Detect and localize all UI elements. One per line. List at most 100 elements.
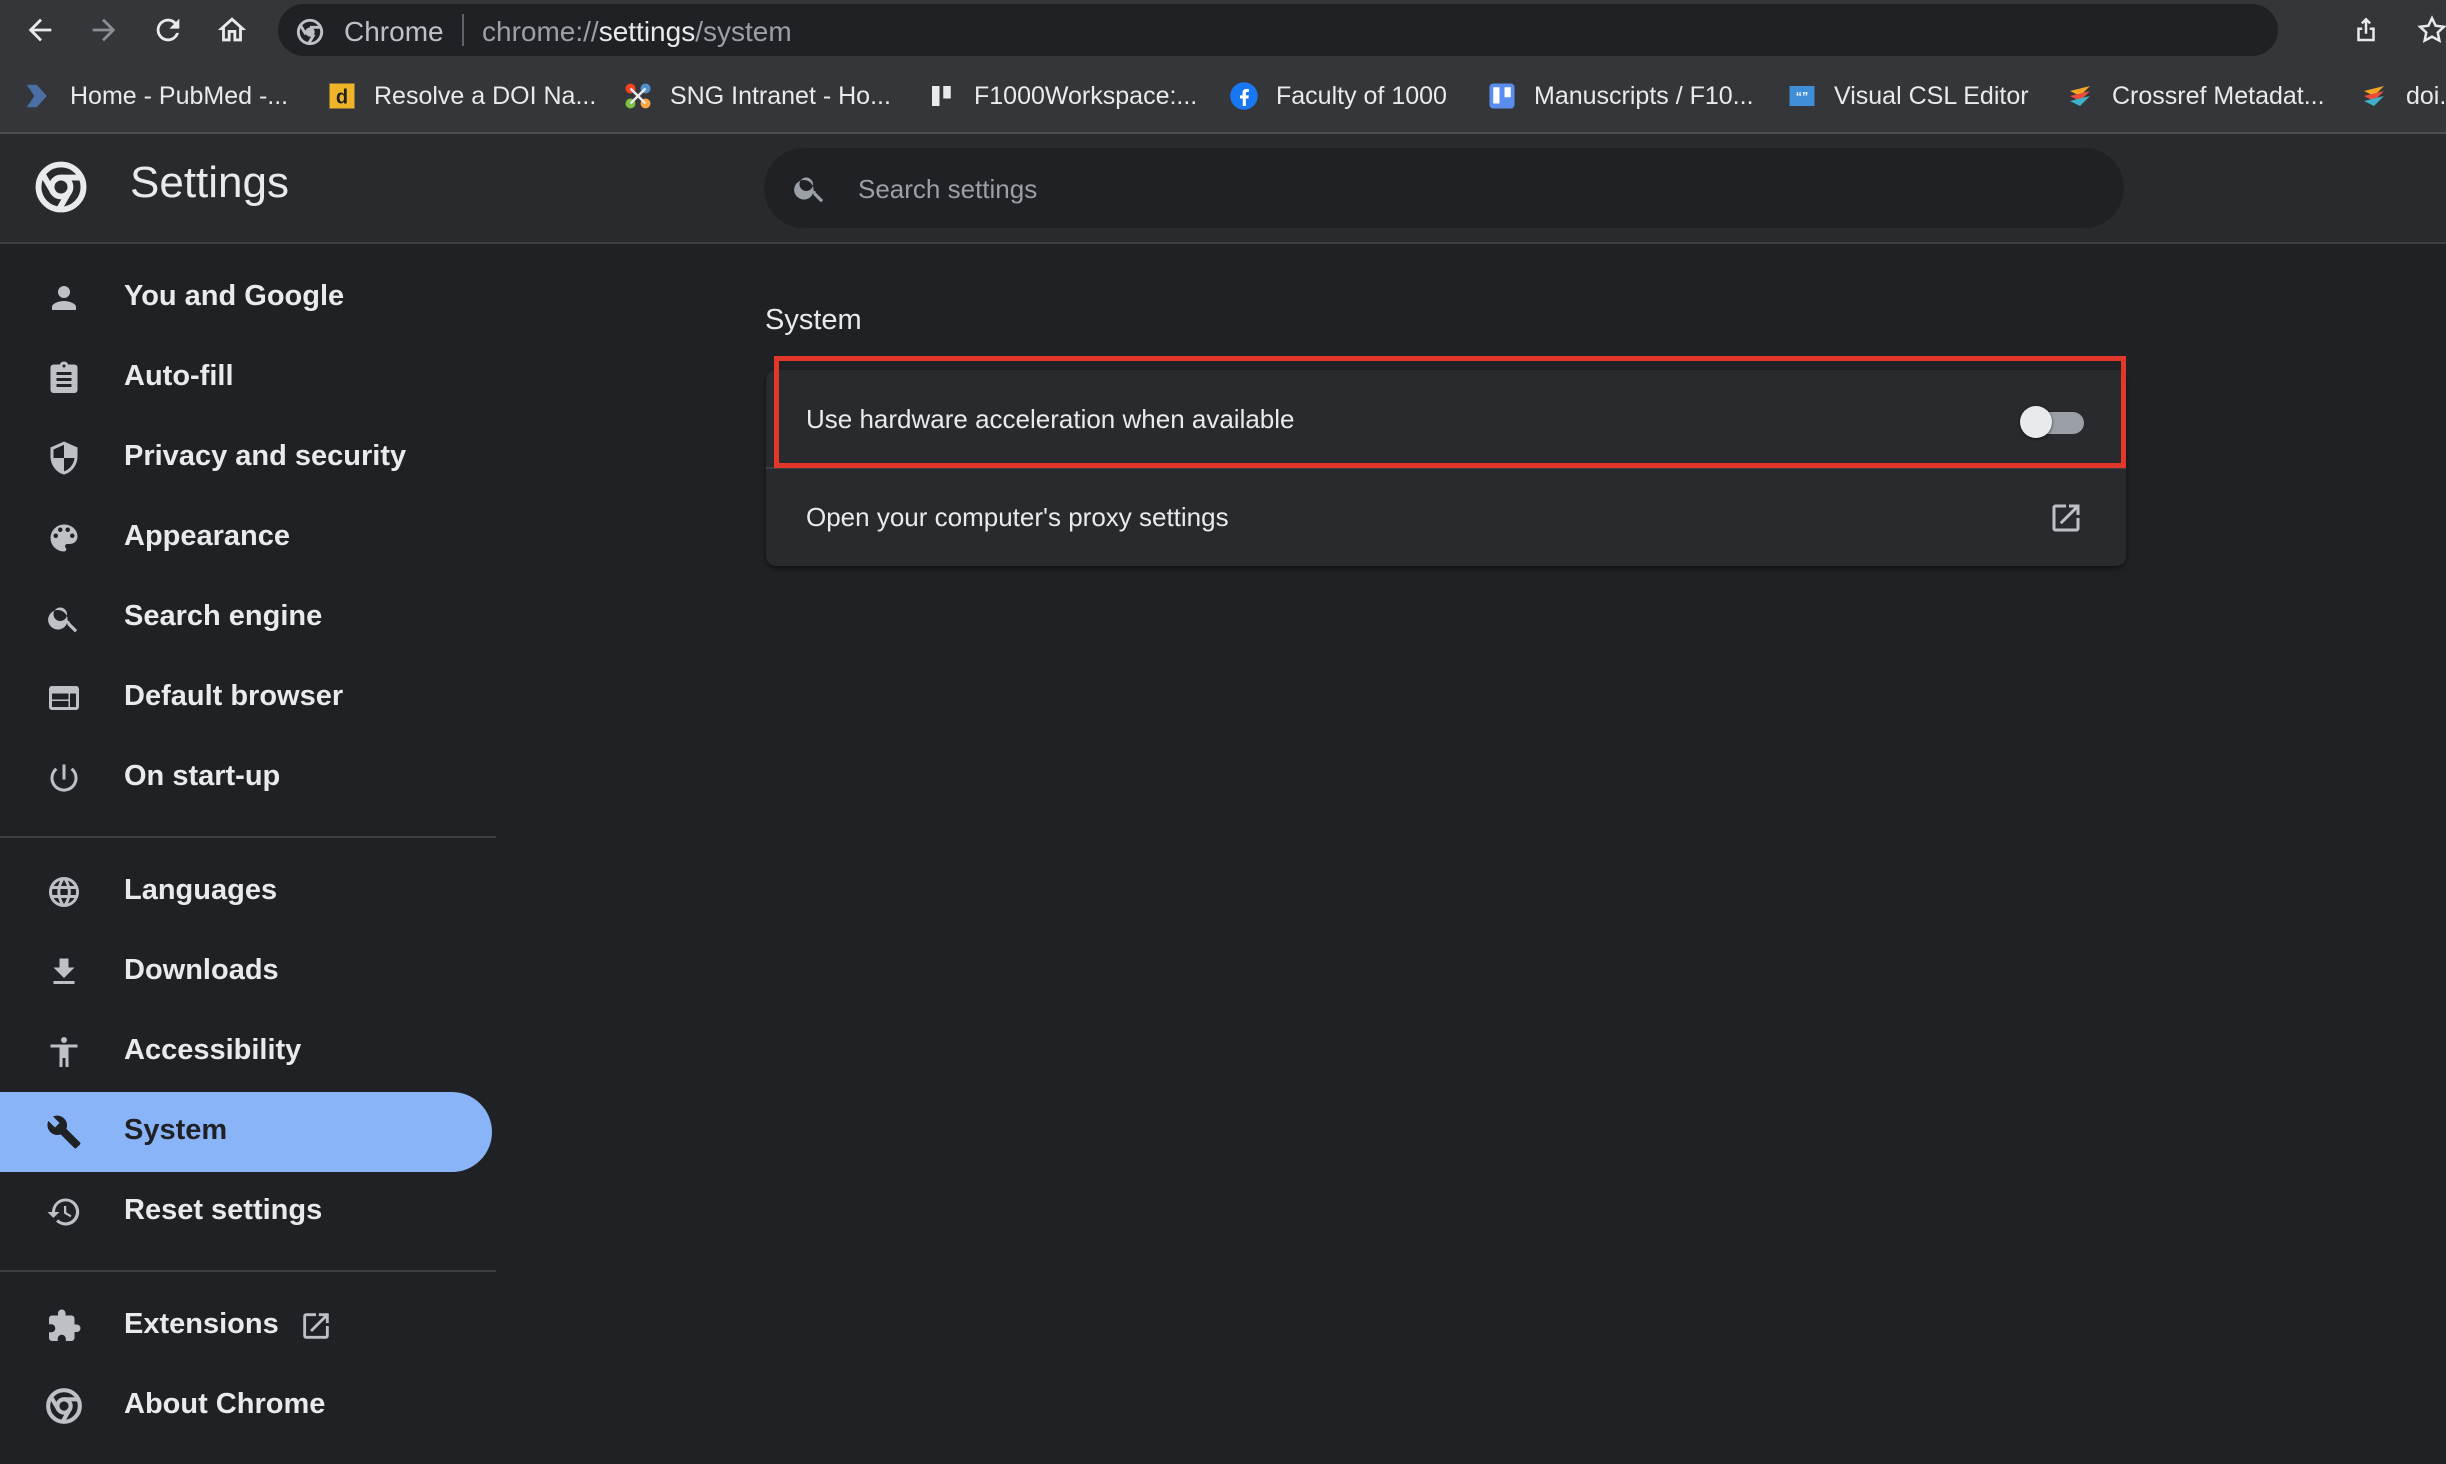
omnibox-url[interactable]: chrome://settings/system bbox=[482, 16, 792, 48]
bookmark-label: Crossref Metadat... bbox=[2112, 81, 2325, 110]
browser-window-icon bbox=[44, 678, 84, 718]
system-settings-card: Use hardware acceleration when available… bbox=[766, 370, 2126, 566]
sidebar-item-appearance[interactable]: Appearance bbox=[0, 498, 492, 578]
workspace-icon bbox=[926, 80, 958, 112]
page-title: Settings bbox=[130, 158, 289, 207]
url-scheme: chrome:// bbox=[482, 16, 599, 47]
sidebar-item-reset-settings[interactable]: Reset settings bbox=[0, 1172, 492, 1252]
search-icon bbox=[44, 598, 84, 638]
proxy-settings-row[interactable]: Open your computer's proxy settings bbox=[766, 468, 2126, 566]
url-path: /system bbox=[695, 16, 792, 47]
browser-toolbar: Chrome chrome://settings/system bbox=[0, 0, 2446, 60]
svg-text:“”: “” bbox=[1796, 90, 1809, 104]
back-button[interactable] bbox=[18, 8, 62, 52]
globe-icon bbox=[44, 872, 84, 912]
palette-icon bbox=[44, 518, 84, 558]
sidebar-item-downloads[interactable]: Downloads bbox=[0, 932, 492, 1012]
sidebar-item-privacy-and-security[interactable]: Privacy and security bbox=[0, 418, 492, 498]
forward-button[interactable] bbox=[82, 8, 126, 52]
omnibox-chip: Chrome bbox=[344, 16, 444, 47]
external-link-icon bbox=[296, 1306, 336, 1346]
bookmark-item[interactable]: d Resolve a DOI Na... bbox=[326, 78, 596, 114]
sidebar-item-about-chrome[interactable]: About Chrome bbox=[0, 1366, 492, 1446]
sidebar-item-label: Privacy and security bbox=[124, 440, 407, 472]
trello-icon bbox=[1486, 80, 1518, 112]
bookmark-item[interactable]: Crossref Metadat... bbox=[2064, 78, 2325, 114]
sidebar-item-label: Languages bbox=[124, 874, 278, 906]
crossref-icon bbox=[2358, 80, 2390, 112]
sidebar-item-auto-fill[interactable]: Auto-fill bbox=[0, 338, 492, 418]
svg-text:d: d bbox=[336, 87, 348, 109]
sidebar-item-extensions[interactable]: Extensions bbox=[0, 1286, 492, 1366]
bookmark-label: Visual CSL Editor bbox=[1834, 81, 2029, 110]
search-input[interactable] bbox=[856, 164, 2060, 214]
sidebar-item-label: About Chrome bbox=[124, 1388, 326, 1420]
bookmark-item[interactable]: Faculty of 1000 bbox=[1228, 78, 1447, 114]
sidebar-item-label: Downloads bbox=[124, 954, 279, 986]
bookmark-item[interactable]: “” Visual CSL Editor bbox=[1786, 78, 2029, 114]
sidebar-item-label: Auto-fill bbox=[124, 360, 234, 392]
sidebar-item-search-engine[interactable]: Search engine bbox=[0, 578, 492, 658]
sidebar-item-languages[interactable]: Languages bbox=[0, 852, 492, 932]
bookmark-item[interactable]: SNG Intranet - Ho... bbox=[622, 78, 891, 114]
bookmark-label: Faculty of 1000 bbox=[1276, 81, 1447, 110]
settings-sidebar: You and Google Auto-fill Privacy and sec… bbox=[0, 244, 500, 1464]
sidebar-item-label: Search engine bbox=[124, 600, 323, 632]
chrome-logo-icon bbox=[44, 1386, 84, 1426]
bookmark-label: SNG Intranet - Ho... bbox=[670, 81, 891, 110]
toggle-thumb bbox=[2020, 406, 2052, 438]
shield-icon bbox=[44, 438, 84, 478]
bookmark-item[interactable]: F1000Workspace:... bbox=[926, 78, 1197, 114]
person-icon bbox=[44, 278, 84, 318]
sidebar-item-you-and-google[interactable]: You and Google bbox=[0, 258, 492, 338]
settings-header: Settings bbox=[0, 134, 2446, 244]
accessibility-icon bbox=[44, 1032, 84, 1072]
sidebar-item-system[interactable]: System bbox=[0, 1092, 492, 1172]
bookmark-label: F1000Workspace:... bbox=[974, 81, 1198, 110]
home-button[interactable] bbox=[210, 8, 254, 52]
bookmark-item[interactable]: Home - PubMed -... bbox=[22, 78, 288, 114]
bookmark-label: Manuscripts / F10... bbox=[1534, 81, 1754, 110]
share-button[interactable] bbox=[2346, 10, 2386, 50]
hardware-acceleration-row[interactable]: Use hardware acceleration when available bbox=[766, 370, 2126, 468]
chrome-site-icon bbox=[296, 18, 324, 46]
clipboard-icon bbox=[44, 358, 84, 398]
bookmark-label: Resolve a DOI Na... bbox=[374, 81, 597, 110]
doi-icon: d bbox=[326, 80, 358, 112]
sidebar-item-label: Default browser bbox=[124, 680, 344, 712]
section-title: System bbox=[765, 304, 862, 336]
bookmarks-bar: Home - PubMed -... d Resolve a DOI Na...… bbox=[0, 60, 2446, 134]
history-icon bbox=[44, 1192, 84, 1232]
download-icon bbox=[44, 952, 84, 992]
bookmark-item[interactable]: doi. bbox=[2358, 78, 2446, 114]
search-box[interactable] bbox=[764, 148, 2124, 228]
sidebar-item-label: Appearance bbox=[124, 520, 291, 552]
reload-icon bbox=[156, 18, 180, 42]
bookmark-item[interactable]: Manuscripts / F10... bbox=[1486, 78, 1754, 114]
sidebar-item-label: Extensions bbox=[124, 1308, 279, 1340]
home-icon bbox=[217, 17, 247, 42]
hardware-acceleration-label: Use hardware acceleration when available bbox=[806, 404, 1295, 434]
omnibox[interactable]: Chrome chrome://settings/system bbox=[278, 4, 2278, 56]
star-icon bbox=[2417, 15, 2446, 43]
puzzle-icon bbox=[44, 1306, 84, 1346]
joomla-icon bbox=[622, 80, 654, 112]
sidebar-item-label: On start-up bbox=[124, 760, 281, 792]
sidebar-item-default-browser[interactable]: Default browser bbox=[0, 658, 492, 738]
sidebar-item-accessibility[interactable]: Accessibility bbox=[0, 1012, 492, 1092]
forward-arrow-icon bbox=[92, 18, 116, 42]
wrench-icon bbox=[44, 1112, 84, 1152]
back-arrow-icon bbox=[28, 18, 52, 42]
sidebar-divider bbox=[0, 836, 496, 838]
reload-button[interactable] bbox=[146, 8, 190, 52]
bookmark-star-button[interactable] bbox=[2412, 10, 2446, 50]
external-link-icon[interactable] bbox=[2046, 498, 2086, 538]
sidebar-item-on-start-up[interactable]: On start-up bbox=[0, 738, 492, 818]
omnibox-separator bbox=[462, 14, 464, 46]
hardware-acceleration-toggle[interactable] bbox=[2018, 400, 2090, 440]
share-icon bbox=[2357, 17, 2375, 42]
pubmed-icon bbox=[22, 80, 54, 112]
sidebar-item-label: You and Google bbox=[124, 280, 345, 312]
sidebar-item-label: System bbox=[124, 1114, 228, 1146]
sidebar-item-label: Reset settings bbox=[124, 1194, 323, 1226]
